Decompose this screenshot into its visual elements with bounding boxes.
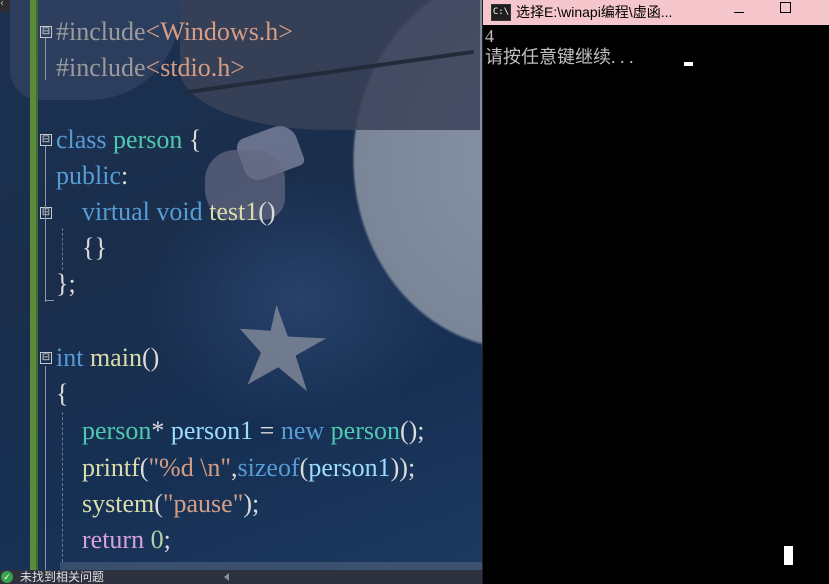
- status-message: 未找到相关问题: [20, 570, 105, 584]
- console-window[interactable]: C:\ 选择E:\winapi编程\虚函... 4 请按任意键继续. . .: [482, 0, 829, 584]
- fold-toggle-icon[interactable]: ⊟: [40, 207, 52, 219]
- code-line[interactable]: {}: [56, 230, 107, 266]
- code-line[interactable]: system("pause");: [56, 486, 259, 522]
- check-circle-icon: ✓: [1, 571, 13, 583]
- fold-guide: [45, 366, 46, 576]
- code-token: #include: [56, 17, 146, 46]
- fold-toggle-icon[interactable]: ⊟: [40, 26, 52, 38]
- code-token: virtual: [82, 197, 150, 226]
- code-line[interactable]: };: [56, 266, 76, 302]
- code-token: 0: [150, 525, 164, 554]
- code-token: person1: [170, 416, 254, 445]
- code-line[interactable]: #include<stdio.h>: [56, 50, 245, 86]
- text-cursor: [684, 62, 693, 66]
- code-token: new: [280, 416, 325, 445]
- code-token: );: [243, 489, 260, 518]
- code-token: <Windows.h>: [145, 17, 293, 46]
- fold-guide: [45, 300, 54, 301]
- code-token: public: [56, 161, 121, 190]
- fold-guide: [45, 146, 46, 302]
- code-line[interactable]: virtual void test1(): [56, 194, 276, 230]
- code-token: {: [56, 379, 69, 408]
- code-token: sizeof: [237, 453, 300, 482]
- code-line[interactable]: public:: [56, 158, 128, 194]
- code-token: (): [258, 197, 276, 226]
- code-token: main: [89, 343, 142, 372]
- code-token: #include: [56, 53, 146, 82]
- maximize-icon: [780, 2, 791, 13]
- code-line[interactable]: int main(): [56, 340, 159, 376]
- code-token: "pause": [162, 489, 244, 518]
- editor-corner: ‹: [0, 0, 10, 12]
- code-token: ));: [390, 453, 416, 482]
- code-token: =: [253, 416, 281, 445]
- code-token: :: [121, 161, 129, 190]
- code-token: system: [82, 489, 155, 518]
- wallpaper-hand: [234, 121, 306, 184]
- text-cursor: [784, 546, 793, 565]
- code-token: ;: [163, 525, 171, 554]
- code-token: {}: [56, 233, 107, 262]
- window-title: 选择E:\winapi编程\虚函...: [516, 4, 673, 20]
- code-line[interactable]: #include<Windows.h>: [56, 14, 293, 50]
- console-app-icon: C:\: [491, 4, 511, 21]
- console-output-line: 请按任意键继续. . .: [485, 47, 634, 67]
- code-token: printf: [82, 453, 140, 482]
- code-token: (): [141, 343, 160, 372]
- code-token: person1: [308, 453, 391, 482]
- code-token: return: [82, 525, 145, 554]
- maximize-button[interactable]: [762, 0, 808, 25]
- code-line[interactable]: printf("%d \n",sizeof(person1));: [56, 450, 415, 486]
- code-line[interactable]: return 0;: [56, 522, 171, 558]
- minimize-button[interactable]: [716, 0, 762, 25]
- code-token: test1: [209, 197, 259, 226]
- code-token: };: [56, 269, 76, 298]
- horizontal-scrollbar[interactable]: [60, 562, 482, 570]
- code-token: (: [299, 453, 309, 482]
- code-token: class: [56, 125, 107, 154]
- console-output-line: 4: [485, 26, 494, 46]
- wallpaper-star: [239, 304, 327, 392]
- code-token: void: [156, 197, 203, 226]
- code-token: person: [330, 416, 400, 445]
- fold-toggle-icon[interactable]: ⊟: [40, 352, 52, 364]
- code-line[interactable]: {: [56, 376, 68, 412]
- fold-toggle-icon[interactable]: ⊟: [40, 134, 52, 146]
- code-token: (: [154, 489, 163, 518]
- code-line[interactable]: person* person1 = new person();: [56, 413, 425, 449]
- fold-guide: [45, 38, 46, 80]
- scroll-left-icon[interactable]: [224, 573, 229, 581]
- error-status-bar[interactable]: ✓ 未找到相关问题: [0, 570, 482, 584]
- code-token: "%d \n": [148, 453, 232, 482]
- change-tracking-bar-edge: [36, 0, 38, 572]
- code-line[interactable]: class person {: [56, 122, 201, 158]
- minimize-icon: [734, 12, 744, 13]
- console-titlebar[interactable]: C:\ 选择E:\winapi编程\虚函...: [483, 0, 829, 25]
- code-token: person: [113, 125, 183, 154]
- code-editor[interactable]: ‹ ⊟ ⊟ ⊟ ⊟ #include<Windows.h> #include<st…: [0, 0, 482, 584]
- code-token: *: [151, 416, 171, 445]
- code-token: <stdio.h>: [145, 53, 245, 82]
- code-token: ();: [399, 416, 425, 445]
- code-token: person: [82, 416, 152, 445]
- code-token: {: [182, 125, 202, 154]
- code-token: int: [56, 343, 84, 372]
